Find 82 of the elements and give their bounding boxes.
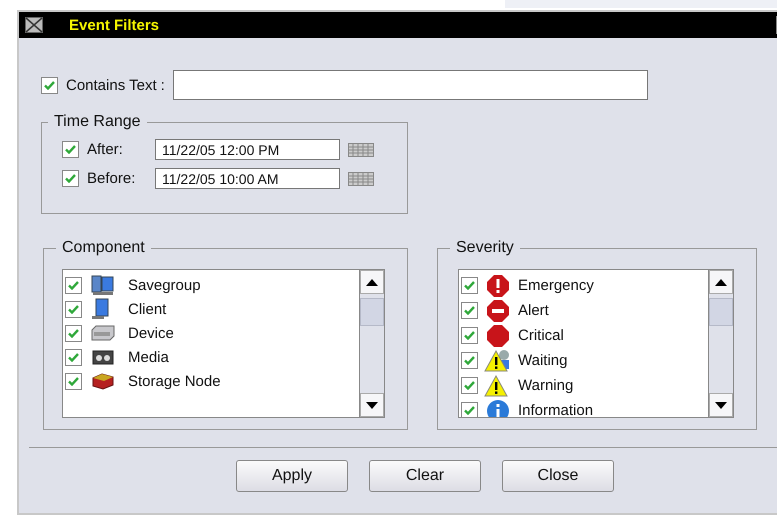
checkbox[interactable] [65, 348, 82, 366]
checkbox[interactable] [62, 141, 79, 158]
check-icon [464, 381, 475, 390]
check-icon [464, 356, 475, 365]
group-title: Severity [450, 239, 520, 257]
list-item[interactable]: Alert [461, 298, 708, 323]
list-item[interactable]: Device [65, 321, 359, 345]
list-item[interactable]: Information [461, 398, 708, 417]
calendar-icon[interactable] [348, 142, 374, 156]
checkbox[interactable] [461, 377, 478, 394]
check-icon [464, 331, 475, 340]
dialog-button[interactable]: Apply [236, 460, 348, 492]
checkbox[interactable] [41, 76, 58, 94]
list-item[interactable]: Savegroup [65, 273, 359, 297]
group-title: Component [56, 239, 151, 257]
down-arrow-icon[interactable] [366, 402, 378, 408]
checkbox[interactable] [65, 300, 82, 318]
list-item[interactable]: Emergency [461, 273, 708, 298]
item-label: Client [128, 300, 166, 318]
item-label: Warning [518, 377, 574, 394]
date-label: Before: [87, 170, 136, 187]
checkbox[interactable] [461, 277, 478, 294]
drive-icon [90, 324, 116, 342]
up-arrow-icon[interactable] [366, 278, 378, 286]
check-icon [68, 328, 79, 338]
item-label: Emergency [518, 277, 594, 294]
text-field[interactable] [172, 70, 648, 100]
checkbox[interactable] [461, 352, 478, 369]
list-item[interactable]: Storage Node [65, 369, 359, 393]
box-icon [90, 372, 116, 390]
group-title: Time Range [48, 113, 147, 131]
checkbox[interactable] [65, 372, 82, 390]
date-label: After: [87, 141, 124, 158]
dialog-button[interactable]: Close [502, 460, 614, 492]
list-item[interactable]: Critical [461, 323, 708, 348]
contains-text-label: Contains Text : [66, 76, 165, 94]
check-icon [44, 80, 55, 90]
check-icon [464, 306, 475, 315]
window-title: Event Filters [69, 16, 160, 34]
list-item[interactable]: Client [65, 297, 359, 321]
check-icon [65, 174, 76, 183]
item-label: Waiting [518, 352, 568, 369]
tape-icon [90, 348, 116, 366]
scrollbar[interactable] [708, 270, 733, 417]
calendar-icon[interactable] [348, 172, 374, 186]
date-field[interactable]: 11/22/05 12:00 PM [155, 139, 340, 160]
scrollbar[interactable] [359, 270, 384, 417]
check-icon [68, 352, 79, 362]
checkbox[interactable] [461, 302, 478, 319]
date-field[interactable]: 11/22/05 10:00 AM [155, 168, 340, 189]
item-label: Storage Node [128, 372, 221, 390]
item-label: Device [128, 324, 174, 342]
stop-icon [486, 298, 510, 322]
check-icon [65, 145, 76, 154]
scroll-thumb[interactable] [360, 298, 384, 326]
check-icon [464, 281, 475, 290]
computers-icon [90, 274, 116, 296]
checkbox[interactable] [62, 170, 79, 187]
item-label: Information [518, 402, 594, 417]
close-box-icon [25, 17, 43, 33]
list-item[interactable]: Warning [461, 373, 708, 398]
check-icon [464, 406, 475, 415]
scroll-thumb[interactable] [709, 298, 733, 326]
item-label: Savegroup [128, 276, 201, 294]
octagon-icon [486, 324, 510, 348]
check-icon [68, 304, 79, 314]
dialog-button[interactable]: Clear [369, 460, 481, 492]
check-icon [68, 280, 79, 290]
checkbox[interactable] [65, 276, 82, 294]
item-label: Critical [518, 327, 564, 344]
check-icon [68, 376, 79, 386]
exclamation-icon [486, 274, 510, 298]
down-arrow-icon[interactable] [715, 402, 727, 408]
warning-icon [484, 348, 512, 372]
up-arrow-icon[interactable] [715, 278, 727, 286]
item-label: Alert [518, 302, 549, 319]
checkbox[interactable] [461, 327, 478, 344]
checkbox[interactable] [461, 402, 478, 417]
list-item[interactable]: Media [65, 345, 359, 369]
item-label: Media [128, 348, 169, 366]
list-item[interactable]: Waiting [461, 348, 708, 373]
checkbox[interactable] [65, 324, 82, 342]
